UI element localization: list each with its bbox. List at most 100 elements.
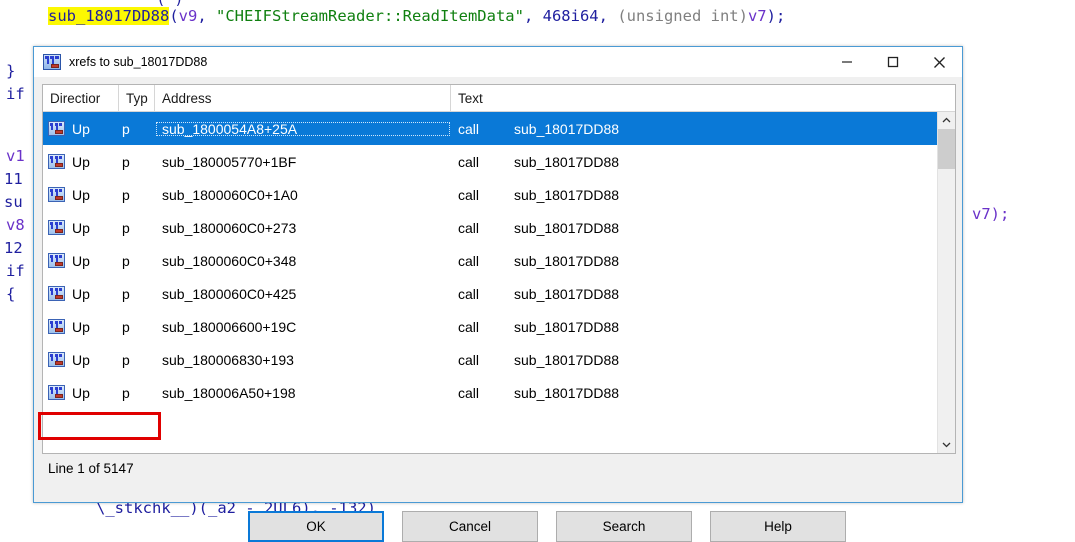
cancel-button[interactable]: Cancel	[402, 511, 538, 542]
cell-address: sub_180006A50+198	[162, 384, 296, 401]
call-keyword: call	[458, 384, 480, 401]
cell-text: call sub_18017DD88	[451, 319, 937, 335]
cell-address: sub_1800060C0+1A0	[162, 186, 298, 203]
dialog-titlebar[interactable]: xrefs to sub_18017DD88	[34, 47, 962, 77]
bg-fragment-3: 11	[4, 170, 23, 188]
call-target: sub_18017DD88	[514, 285, 620, 302]
close-icon[interactable]	[916, 47, 962, 77]
dialog-title: xrefs to sub_18017DD88	[69, 55, 208, 69]
xref-row-icon	[48, 253, 65, 268]
cell-direction: Up	[43, 154, 119, 170]
cell-direction: Up	[43, 187, 119, 203]
cell-direction: Up	[43, 352, 119, 368]
cell-text: call sub_18017DD88	[451, 352, 937, 368]
table-body-area: Up p sub_1800054A8+25A call sub_18017DD8…	[43, 112, 955, 453]
minimize-icon[interactable]	[824, 47, 870, 77]
bg-fragment-right: v7);	[972, 205, 1010, 223]
table-row[interactable]: Up p sub_180006A50+198 call sub_18017DD8…	[43, 376, 937, 409]
cell-address: sub_1800060C0+348	[162, 252, 297, 269]
arg-v9: v9	[178, 7, 198, 25]
call-target: sub_18017DD88	[514, 252, 620, 269]
table-row[interactable]: Up p sub_1800060C0+273 call sub_18017DD8…	[43, 211, 937, 244]
bg-fragment-5: v8	[6, 216, 25, 234]
table-row[interactable]: Up p sub_180005770+1BF call sub_18017DD8…	[43, 145, 937, 178]
xref-row-icon	[48, 352, 65, 367]
bg-fragment-1: if	[6, 85, 25, 103]
ok-button[interactable]: OK	[248, 511, 384, 542]
call-target: sub_18017DD88	[514, 318, 620, 335]
call-keyword: call	[458, 318, 480, 335]
cell-text: call sub_18017DD88	[451, 154, 937, 170]
bg-fragment-4: su	[4, 193, 23, 211]
xref-row-icon	[48, 286, 65, 301]
cell-direction: Up	[43, 286, 119, 302]
cast-unsigned-int: (unsigned int)	[617, 7, 748, 25]
cell-direction: Up	[43, 220, 119, 236]
cell-type: p	[122, 351, 130, 368]
call-target: sub_18017DD88	[514, 384, 620, 401]
cell-address: sub_1800060C0+273	[162, 219, 297, 236]
direction-label: Up	[72, 153, 90, 170]
bg-fragment-8: {	[6, 285, 16, 303]
scrollbar-track[interactable]	[938, 129, 955, 436]
cell-text: call sub_18017DD88	[451, 385, 937, 401]
column-header-direction[interactable]: Directior	[43, 85, 119, 111]
cell-type: p	[122, 285, 130, 302]
column-header-type[interactable]: Typ	[119, 85, 155, 111]
xref-row-icon	[48, 220, 65, 235]
table-body: Up p sub_1800054A8+25A call sub_18017DD8…	[43, 112, 937, 453]
dialog-button-row: OK Cancel Search Help	[34, 511, 962, 542]
call-keyword: call	[458, 219, 480, 236]
direction-label: Up	[72, 120, 90, 137]
xrefs-dialog: xrefs to sub_18017DD88 Directior Typ Add…	[33, 46, 963, 542]
table-header-row: Directior Typ Address Text	[43, 85, 955, 112]
table-row[interactable]: Up p sub_1800060C0+425 call sub_18017DD8…	[43, 277, 937, 310]
direction-label: Up	[72, 318, 90, 335]
cell-type: p	[122, 384, 130, 401]
bg-fragment-0: }	[6, 62, 16, 80]
chevron-up-icon[interactable]	[938, 112, 955, 129]
table-row[interactable]: Up p sub_1800060C0+1A0 call sub_18017DD8…	[43, 178, 937, 211]
xref-row-icon	[48, 121, 65, 136]
cell-type: p	[122, 252, 130, 269]
table-row[interactable]: Up p sub_1800060C0+348 call sub_18017DD8…	[43, 244, 937, 277]
cell-type: p	[122, 186, 130, 203]
call-target: sub_18017DD88	[514, 186, 620, 203]
scrollbar-thumb[interactable]	[938, 129, 955, 169]
direction-label: Up	[72, 351, 90, 368]
sep-1: ,	[197, 7, 217, 25]
paren-open: (	[169, 7, 179, 25]
arg-number: 468i64	[542, 7, 599, 25]
vertical-scrollbar[interactable]	[937, 112, 955, 453]
call-target: sub_18017DD88	[514, 120, 620, 137]
window-controls	[824, 47, 962, 77]
direction-label: Up	[72, 285, 90, 302]
xref-icon	[43, 54, 61, 70]
status-badge: Line 1 of 5147	[48, 461, 134, 476]
cell-text: call sub_18017DD88	[451, 220, 937, 236]
maximize-icon[interactable]	[870, 47, 916, 77]
sep-2: ,	[523, 7, 543, 25]
column-header-address[interactable]: Address	[155, 85, 451, 111]
call-target: sub_18017DD88	[514, 153, 620, 170]
direction-label: Up	[72, 252, 90, 269]
cell-type: p	[122, 318, 130, 335]
call-keyword: call	[458, 252, 480, 269]
xrefs-table: Directior Typ Address Text Up p sub_1800…	[42, 84, 956, 454]
chevron-down-icon[interactable]	[938, 436, 955, 453]
cell-type: p	[122, 120, 130, 137]
table-row[interactable]: Up p sub_180006830+193 call sub_18017DD8…	[43, 343, 937, 376]
cell-direction: Up	[43, 319, 119, 335]
cell-direction: Up	[43, 121, 119, 137]
cell-type: p	[122, 219, 130, 236]
help-button[interactable]: Help	[710, 511, 846, 542]
call-keyword: call	[458, 285, 480, 302]
call-target: sub_18017DD88	[514, 219, 620, 236]
table-row[interactable]: Up p sub_1800054A8+25A call sub_18017DD8…	[43, 112, 937, 145]
arg-string: "CHEIFStreamReader::ReadItemData"	[216, 7, 524, 25]
search-button[interactable]: Search	[556, 511, 692, 542]
line-tail: );	[766, 7, 786, 25]
call-keyword: call	[458, 120, 480, 137]
column-header-text[interactable]: Text	[451, 85, 955, 111]
table-row[interactable]: Up p sub_180006600+19C call sub_18017DD8…	[43, 310, 937, 343]
